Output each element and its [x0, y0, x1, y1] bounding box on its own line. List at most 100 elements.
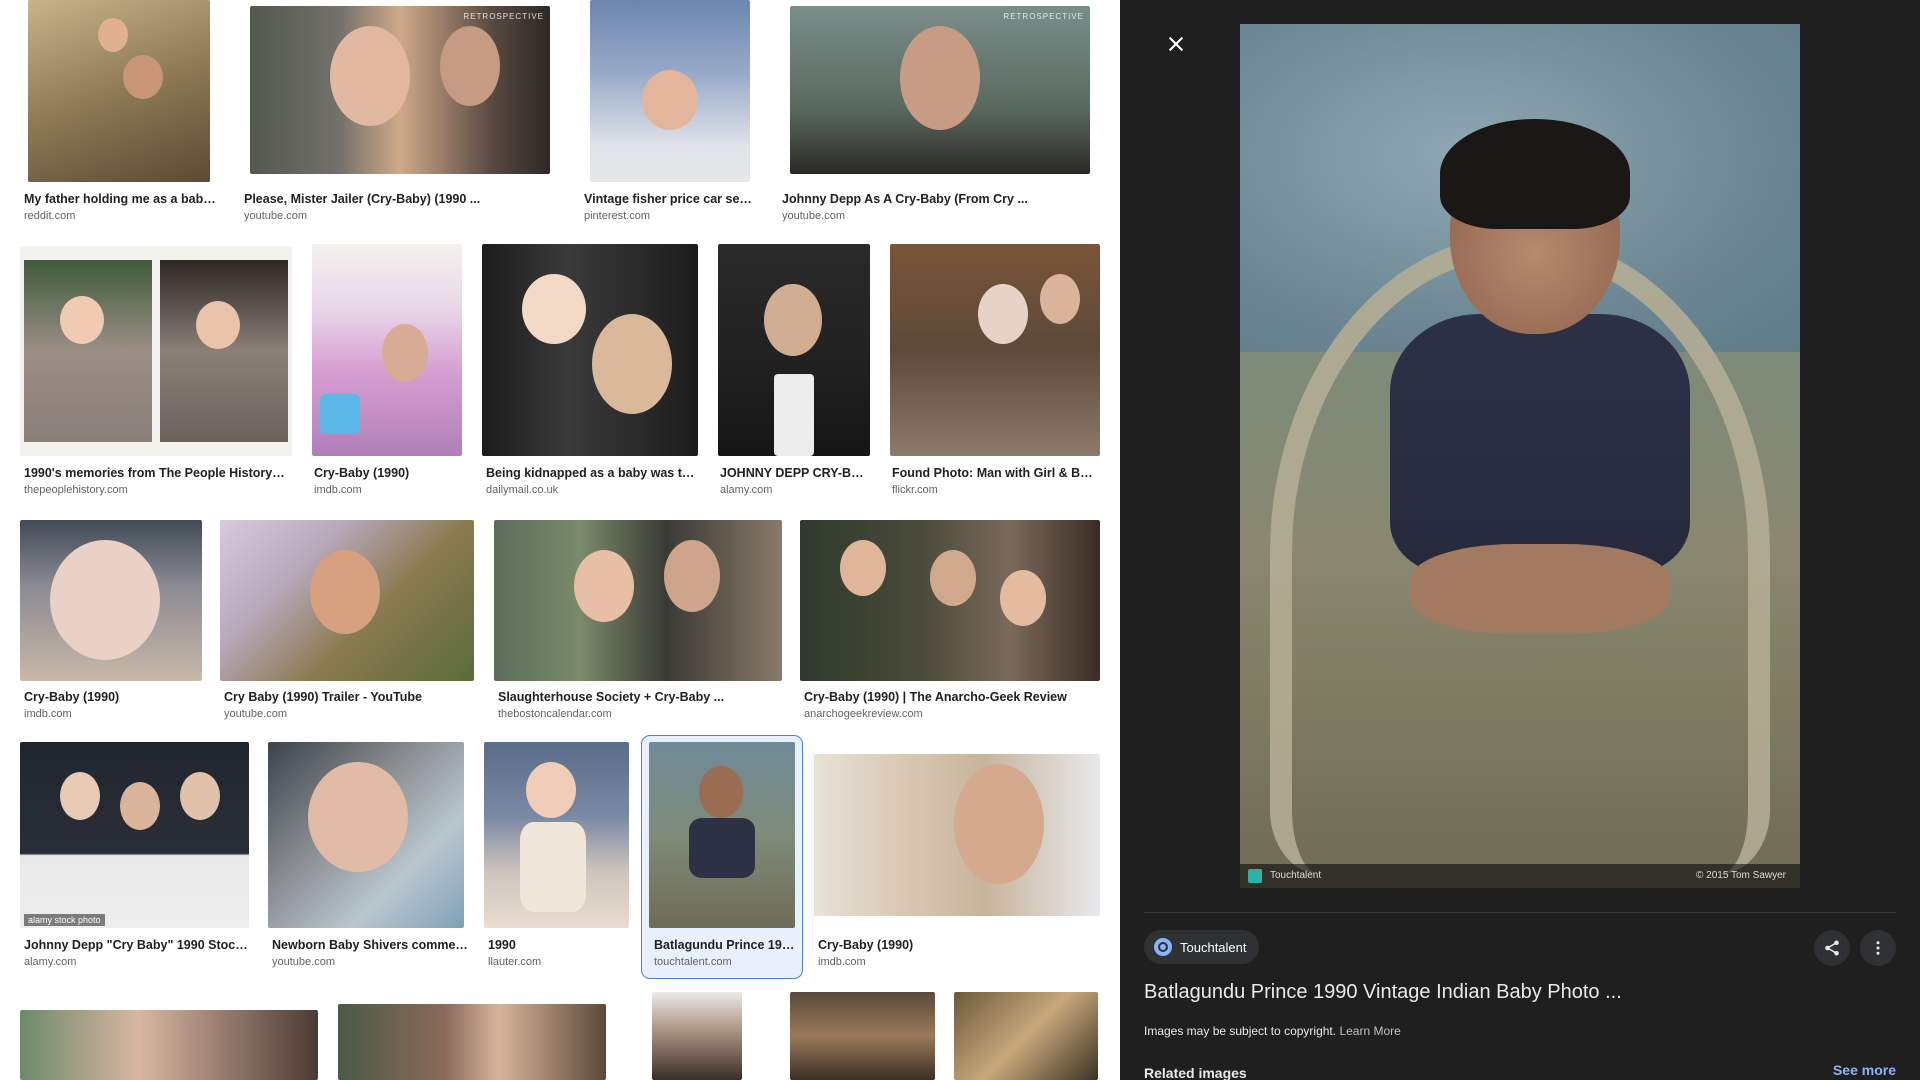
result-tile[interactable]: 1990's memories from The People History …: [16, 244, 296, 502]
touchtalent-logo-icon: [1248, 869, 1262, 883]
result-thumbnail: [590, 0, 750, 182]
result-tile[interactable]: [16, 990, 322, 1080]
result-tile[interactable]: Cry-Baby (1990) imdb.com: [16, 520, 206, 726]
learn-more-link[interactable]: Learn More: [1339, 1024, 1400, 1038]
result-thumbnail: RETROSPECTIVE: [790, 6, 1090, 174]
result-title: Slaughterhouse Society + Cry-Baby ...: [498, 690, 725, 704]
result-thumbnail: [20, 520, 202, 681]
result-title: 1990's memories from The People History …: [24, 466, 286, 480]
result-tile[interactable]: Cry-Baby (1990) | The Anarcho-Geek Revie…: [796, 520, 1106, 726]
result-tile[interactable]: RETROSPECTIVE Johnny Depp As A Cry-Baby …: [778, 0, 1104, 226]
result-source: youtube.com: [272, 956, 335, 968]
image-copyright: © 2015 Tom Sawyer: [1695, 870, 1786, 881]
result-title: Johnny Depp As A Cry-Baby (From Cry ...: [782, 192, 1028, 206]
result-thumbnail: [20, 1010, 318, 1080]
result-tile[interactable]: Cry Baby (1990) Trailer - YouTube youtub…: [216, 520, 478, 726]
result-source: flickr.com: [892, 484, 938, 496]
related-images-heading: Related images: [1144, 1065, 1247, 1080]
result-title: 1990: [488, 938, 516, 952]
result-source: thebostoncalendar.com: [498, 708, 612, 720]
result-thumbnail: [338, 1004, 606, 1080]
result-thumbnail: [800, 520, 1100, 681]
result-title: JOHNNY DEPP CRY-BA...: [720, 466, 870, 480]
result-source: thepeoplehistory.com: [24, 484, 128, 496]
result-tile[interactable]: 1990 llauter.com: [476, 742, 630, 974]
result-source: anarchogeekreview.com: [804, 708, 923, 720]
result-tile-selected[interactable]: Batlagundu Prince 199... touchtalent.com: [641, 735, 803, 979]
result-source: dailymail.co.uk: [486, 484, 559, 496]
result-title: Johnny Depp "Cry Baby" 1990 Stock P...: [24, 938, 252, 952]
result-tile[interactable]: Found Photo: Man with Girl & Baby... fli…: [886, 244, 1106, 502]
result-tile[interactable]: Cry-Baby (1990) imdb.com: [808, 742, 1106, 974]
result-title: Being kidnapped as a baby was the ...: [486, 466, 696, 480]
result-thumbnail: [268, 742, 464, 928]
share-icon: [1825, 940, 1839, 956]
result-thumbnail: [220, 520, 474, 681]
result-thumbnail: [954, 992, 1098, 1080]
result-thumbnail: [790, 992, 935, 1080]
result-title: Cry-Baby (1990) | The Anarcho-Geek Revie…: [804, 690, 1067, 704]
divider: [1144, 912, 1896, 913]
result-source: imdb.com: [24, 708, 72, 720]
result-source: reddit.com: [24, 210, 76, 222]
preview-image[interactable]: Touchtalent © 2015 Tom Sawyer: [1240, 24, 1800, 888]
result-tile[interactable]: Vintage fisher price car seat ... pinter…: [580, 0, 760, 226]
result-thumbnail: [494, 520, 782, 681]
result-thumbnail: [28, 0, 210, 182]
more-vert-icon: [1876, 941, 1880, 955]
result-tile[interactable]: JOHNNY DEPP CRY-BA... alamy.com: [712, 244, 876, 502]
result-thumbnail: [312, 244, 462, 456]
more-options-button[interactable]: [1860, 930, 1896, 966]
result-source: youtube.com: [224, 708, 287, 720]
copyright-text: Images may be subject to copyright.: [1144, 1024, 1337, 1038]
result-tile[interactable]: Newborn Baby Shivers commer... youtube.c…: [264, 742, 470, 974]
copyright-notice: Images may be subject to copyright. Lear…: [1144, 1024, 1401, 1038]
result-title: Vintage fisher price car seat ...: [584, 192, 756, 206]
watermark-label: RETROSPECTIVE: [1003, 12, 1084, 21]
image-viewer-panel: Touchtalent © 2015 Tom Sawyer Touchtalen…: [1120, 0, 1920, 1080]
result-source: youtube.com: [782, 210, 845, 222]
close-icon[interactable]: [1160, 28, 1192, 60]
source-chip[interactable]: Touchtalent: [1144, 930, 1259, 964]
result-source: pinterest.com: [584, 210, 651, 222]
result-thumbnail: [652, 992, 742, 1080]
result-thumbnail: RETROSPECTIVE: [250, 6, 550, 174]
image-brand: Touchtalent: [1270, 870, 1322, 881]
result-thumbnail: [718, 244, 870, 456]
result-tile[interactable]: [780, 990, 936, 1080]
globe-icon: [1154, 938, 1172, 956]
see-more-link[interactable]: See more: [1833, 1062, 1896, 1078]
result-title: Please, Mister Jailer (Cry-Baby) (1990 .…: [244, 192, 481, 206]
result-title: Newborn Baby Shivers commer...: [272, 938, 468, 952]
result-thumbnail: [484, 742, 629, 928]
result-thumbnail: [814, 754, 1100, 916]
image-credit-bar: Touchtalent © 2015 Tom Sawyer: [1240, 864, 1800, 888]
result-tile[interactable]: RETROSPECTIVE Please, Mister Jailer (Cry…: [240, 0, 558, 226]
result-tile[interactable]: alamy stock photo Johnny Depp "Cry Baby"…: [16, 742, 256, 974]
result-thumbnail: [20, 246, 292, 456]
result-tile[interactable]: [622, 990, 768, 1080]
result-thumbnail: [482, 244, 698, 456]
result-title: Cry-Baby (1990): [24, 690, 120, 704]
result-thumbnail: [649, 742, 795, 928]
source-chip-label: Touchtalent: [1180, 939, 1247, 955]
result-title: Cry-Baby (1990): [314, 466, 410, 480]
result-source: imdb.com: [818, 956, 866, 968]
result-tile[interactable]: [334, 990, 610, 1080]
result-tile[interactable]: [946, 990, 1106, 1080]
result-source: alamy.com: [720, 484, 773, 496]
result-tile[interactable]: My father holding me as a baby 1... redd…: [16, 0, 222, 226]
watermark-label: alamy stock photo: [24, 914, 105, 926]
result-source: touchtalent.com: [654, 956, 732, 968]
share-button[interactable]: [1814, 930, 1850, 966]
viewer-title[interactable]: Batlagundu Prince 1990 Vintage Indian Ba…: [1144, 981, 1622, 1004]
result-title: My father holding me as a baby 1...: [24, 192, 220, 206]
result-thumbnail: alamy stock photo: [20, 742, 249, 928]
result-tile[interactable]: Cry-Baby (1990) imdb.com: [308, 244, 468, 502]
results-grid: My father holding me as a baby 1... redd…: [0, 0, 1120, 1080]
result-title: Cry Baby (1990) Trailer - YouTube: [224, 690, 422, 704]
result-tile[interactable]: Being kidnapped as a baby was the ... da…: [480, 244, 700, 502]
result-source: youtube.com: [244, 210, 307, 222]
result-tile[interactable]: Slaughterhouse Society + Cry-Baby ... th…: [490, 520, 786, 726]
result-thumbnail: [890, 244, 1100, 456]
